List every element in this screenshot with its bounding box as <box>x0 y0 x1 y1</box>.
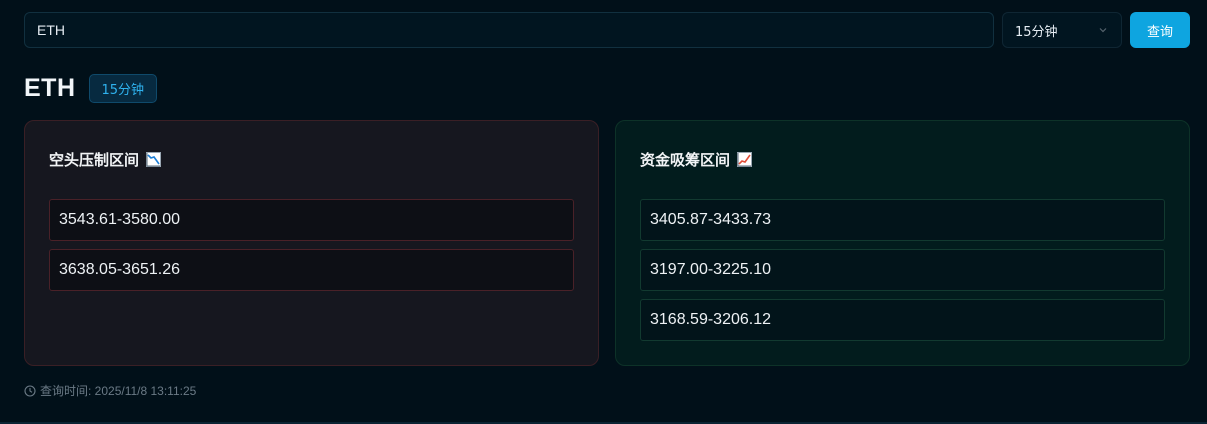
query-time-text: 查询时间: 2025/11/8 13:11:25 <box>40 384 197 398</box>
bear-range-list: 3543.61-3580.00 3638.05-3651.26 <box>49 199 574 299</box>
bear-zone-title: 空头压制区间 <box>49 149 162 170</box>
interval-select-value: 15分钟 <box>1015 24 1058 40</box>
page-title: ETH <box>24 73 76 102</box>
interval-badge: 15分钟 <box>88 73 158 103</box>
bull-zone-title: 资金吸筹区间 <box>640 149 753 170</box>
clock-icon <box>24 384 36 397</box>
symbol-input[interactable] <box>24 12 994 48</box>
query-time-footer: 查询时间: 2025/11/8 13:11:25 <box>24 382 196 399</box>
bear-zone-card: 空头压制区间 3543.61-3580.00 3638.05-3651.26 <box>24 120 599 366</box>
bull-zone-card: 资金吸筹区间 3405.87-3433.73 3197.00-3225.10 3… <box>615 120 1190 366</box>
search-bar: 15分钟 查询 <box>24 12 1190 48</box>
bull-range-item: 3197.00-3225.10 <box>640 249 1165 291</box>
chevron-down-icon <box>1099 28 1107 33</box>
app-frame: 15分钟 查询 ETH 15分钟 空头压制区间 3543.61-3580.00 … <box>0 0 1207 424</box>
bull-range-item: 3168.59-3206.12 <box>640 299 1165 341</box>
bull-range-item: 3405.87-3433.73 <box>640 199 1165 241</box>
query-button[interactable]: 查询 <box>1130 12 1190 48</box>
result-header: ETH 15分钟 <box>24 73 158 103</box>
interval-select[interactable]: 15分钟 <box>1002 12 1122 48</box>
bull-zone-title-label: 资金吸筹区间 <box>640 151 731 169</box>
chart-increasing-icon <box>737 152 753 167</box>
bear-range-item: 3638.05-3651.26 <box>49 249 574 291</box>
bull-range-list: 3405.87-3433.73 3197.00-3225.10 3168.59-… <box>640 199 1165 349</box>
bear-zone-title-label: 空头压制区间 <box>49 151 140 169</box>
bear-range-item: 3543.61-3580.00 <box>49 199 574 241</box>
chart-decreasing-icon <box>146 152 162 167</box>
